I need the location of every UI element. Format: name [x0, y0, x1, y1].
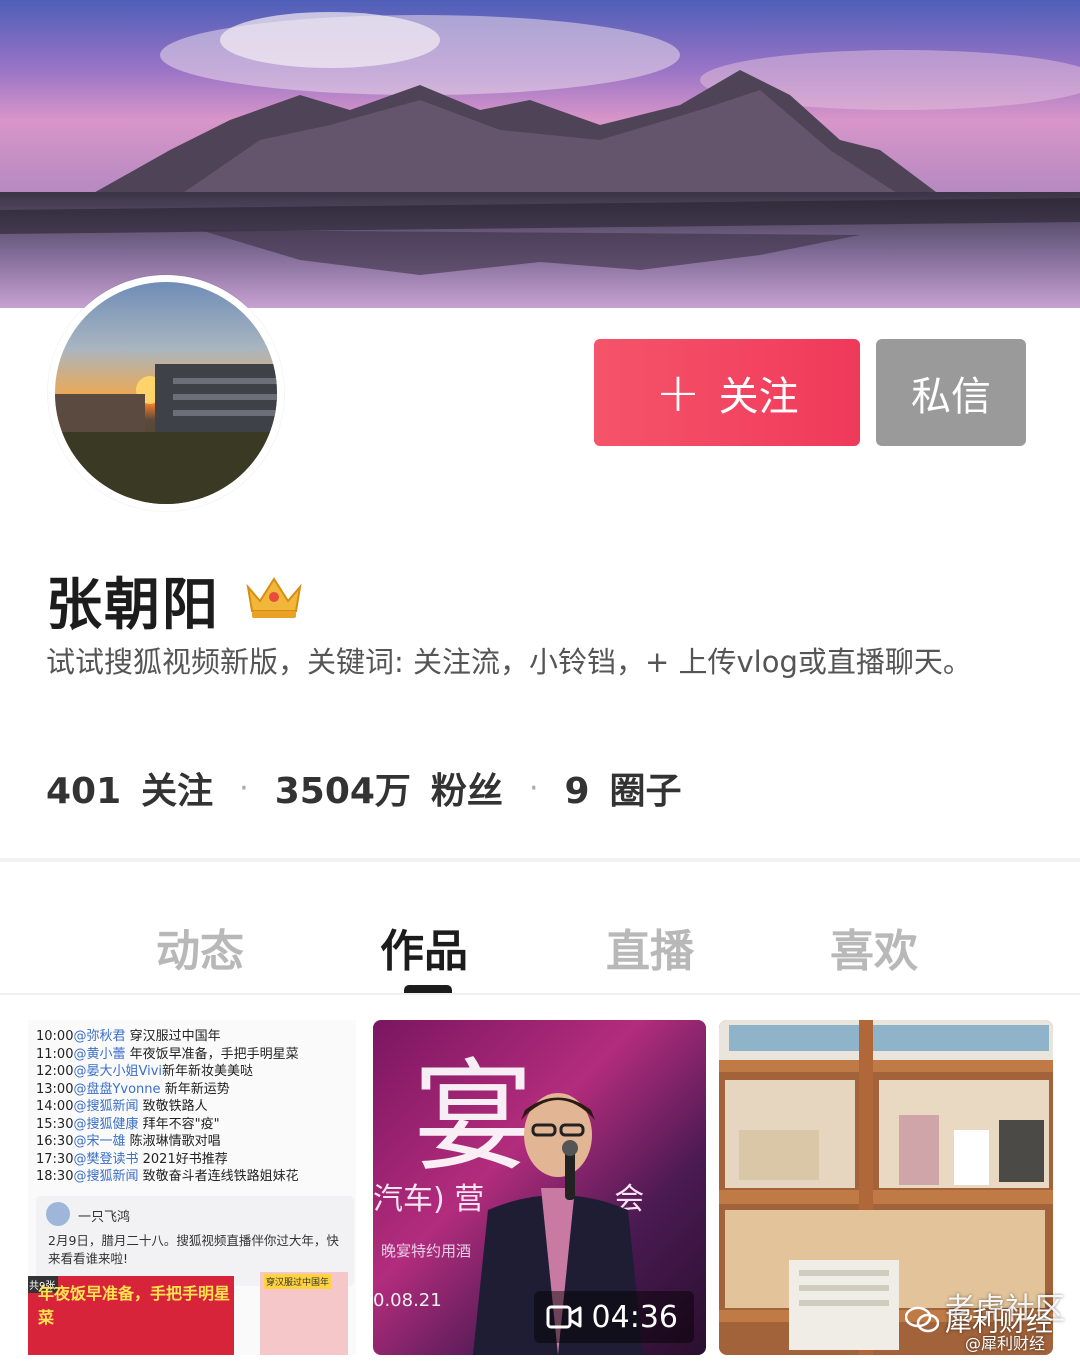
schedule-list: 10:00@弥秋君 穿汉服过中国年 11:00@黄小蕾 年夜饭早准备，手把手明星…: [36, 1028, 299, 1186]
tab-bar-divider: [0, 993, 1080, 995]
profile-stats: 401 关注 · 3504万 粉丝 · 9 圈子: [46, 762, 682, 814]
card-username: 一只飞鸿: [78, 1210, 131, 1225]
video-duration-badge: 04:36: [533, 1291, 694, 1343]
promo-title: 年夜饭早准备，手把手明星菜: [38, 1284, 231, 1327]
schedule-row: 15:30@搜狐健康 拜年不容"疫": [36, 1116, 220, 1132]
message-label: 私信: [911, 373, 991, 420]
card-text: 2月9日，腊月二十八。搜狐视频直播伴你过大年，快来看看谁来啦!: [48, 1233, 339, 1266]
message-button[interactable]: 私信: [876, 339, 1026, 446]
schedule-row: 13:00@盘盘Yvonne 新年新运势: [36, 1081, 230, 1097]
schedule-row: 17:30@樊登读书 2021好书推荐: [36, 1151, 228, 1167]
video-duration: 04:36: [591, 1299, 678, 1335]
banner-subtext: 晚宴特约用酒: [381, 1242, 472, 1260]
stat-separator: ·: [239, 770, 249, 806]
profile-cover-image: [0, 0, 1080, 308]
follow-button[interactable]: + 关注: [594, 339, 860, 446]
tab-dynamic[interactable]: 动态: [156, 915, 244, 979]
tab-likes[interactable]: 喜欢: [830, 915, 918, 979]
wechat-icon: [905, 1306, 939, 1332]
section-divider: [0, 858, 1080, 862]
tab-live[interactable]: 直播: [606, 915, 694, 979]
work-item-2[interactable]: 宴 汽车) 营会 晚宴特约用酒 0.08.21 04:36: [373, 1020, 706, 1355]
profile-name: 张朝阳: [46, 573, 220, 638]
stat-separator: ·: [528, 770, 539, 806]
schedule-row: 16:30@宋一雄 陈淑琳情歌对唱: [36, 1134, 221, 1149]
promo-banner-red: 共9张 年夜饭早准备，手把手明星菜: [28, 1276, 234, 1355]
schedule-row: 14:00@搜狐新闻 致敬铁路人: [36, 1099, 208, 1114]
banner-date: 0.08.21: [373, 1290, 442, 1311]
circles-label: 圈子: [609, 771, 682, 812]
following-count: 401: [46, 771, 122, 812]
stat-circles[interactable]: 9 圈子: [564, 762, 681, 814]
avatar[interactable]: [48, 275, 284, 511]
promo-banner-pink: 穿汉服过中国年: [260, 1272, 348, 1355]
plus-icon: +: [655, 360, 701, 424]
follow-label: 关注: [718, 373, 799, 420]
tab-works[interactable]: 作品: [380, 915, 468, 979]
schedule-row: 10:00@弥秋君 穿汉服过中国年: [36, 1029, 221, 1044]
following-label: 关注: [141, 771, 214, 812]
crown-icon: [246, 577, 302, 618]
fans-label: 粉丝: [430, 771, 503, 812]
promo2-title: 穿汉服过中国年: [264, 1274, 332, 1289]
circles-count: 9: [564, 771, 590, 812]
card-avatar: [46, 1202, 70, 1226]
avatar-image: [55, 282, 277, 504]
schedule-row: 12:00@晏大小姐Vivi新年新妆美美哒: [36, 1064, 254, 1079]
video-camera-icon: [546, 1305, 582, 1329]
stat-fans[interactable]: 3504万 粉丝: [275, 762, 503, 814]
work-item-1[interactable]: 10:00@弥秋君 穿汉服过中国年 11:00@黄小蕾 年夜饭早准备，手把手明星…: [28, 1020, 356, 1355]
watermark-handle: @犀利财经: [965, 1334, 1046, 1353]
stat-following[interactable]: 401 关注: [46, 762, 213, 814]
profile-bio: 试试搜狐视频新版，关键词: 关注流，小铃铛，+ 上传vlog或直播聊天。: [46, 645, 972, 679]
schedule-row: 11:00@黄小蕾 年夜饭早准备，手把手明星菜: [36, 1046, 299, 1062]
schedule-row: 18:30@搜狐新闻 致敬奋斗者连线铁路姐妹花: [36, 1169, 299, 1184]
fans-count: 3504万: [274, 771, 411, 812]
